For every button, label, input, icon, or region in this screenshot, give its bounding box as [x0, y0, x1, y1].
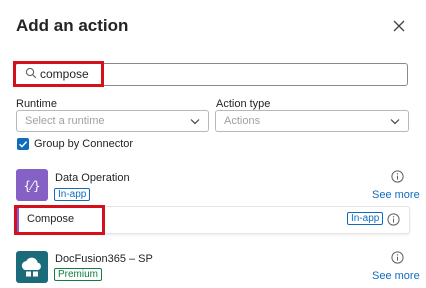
see-more-link[interactable]: See more [372, 270, 420, 282]
connector-name[interactable]: Data Operation [55, 172, 130, 184]
action-type-select[interactable]: Actions [215, 110, 409, 132]
data-operation-icon: {⁄} [16, 169, 48, 201]
runtime-select[interactable]: Select a runtime [16, 110, 209, 132]
docfusion-cloud-icon [16, 251, 48, 283]
runtime-placeholder: Select a runtime [25, 115, 105, 127]
braces-icon: {⁄} [23, 179, 40, 193]
chevron-down-icon [390, 119, 400, 125]
panel-title: Add an action [16, 16, 129, 35]
in-app-badge: In-app [347, 212, 384, 225]
runtime-label: Runtime [16, 98, 57, 110]
info-icon[interactable] [391, 170, 404, 183]
premium-badge: Premium [54, 268, 103, 281]
chevron-down-icon [190, 119, 200, 125]
cloud-icon [21, 257, 41, 277]
compose-highlight [14, 205, 105, 235]
group-by-connector-checkbox[interactable] [17, 138, 29, 150]
svg-text:{⁄}: {⁄} [23, 179, 40, 193]
connector-name[interactable]: DocFusion365 – SP [55, 253, 153, 265]
add-action-panel: Add an action Runtime Select a runtime A… [0, 0, 426, 286]
in-app-badge: In-app [54, 188, 91, 201]
info-icon[interactable] [387, 213, 400, 226]
action-type-placeholder: Actions [224, 115, 261, 127]
info-icon[interactable] [391, 251, 404, 264]
see-more-link[interactable]: See more [372, 189, 420, 201]
checkmark-icon [19, 141, 28, 148]
action-type-label: Action type [216, 98, 271, 110]
search-highlight [13, 61, 104, 87]
group-by-connector-label: Group by Connector [34, 138, 134, 150]
close-icon[interactable] [388, 15, 410, 37]
